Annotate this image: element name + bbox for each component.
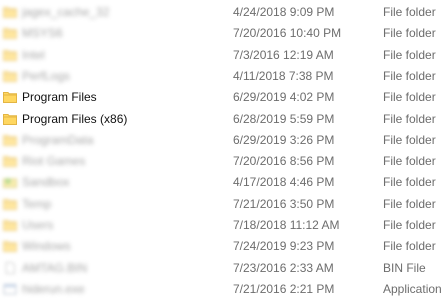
file-type: File folder	[383, 239, 436, 254]
file-type: File folder	[383, 26, 436, 41]
folder-icon	[3, 240, 17, 253]
file-date-modified: 7/21/2016 3:50 PM	[233, 196, 335, 211]
file-row[interactable]: AMTAG.BIN 7/23/2016 2:33 AM BIN File	[0, 258, 446, 280]
file-row[interactable]: PerfLogs 4/11/2018 7:38 PM File folder	[0, 66, 446, 88]
file-row[interactable]: Riot Games 7/20/2016 8:56 PM File folder	[0, 151, 446, 173]
folder-icon	[3, 113, 17, 125]
file-date-modified: 7/3/2016 12:19 AM	[233, 47, 334, 62]
file-type: File folder	[383, 111, 436, 126]
folder-icon	[3, 6, 17, 18]
file-name[interactable]: Sandbox	[22, 175, 69, 189]
file-name[interactable]: Windows	[22, 239, 71, 253]
file-date-modified: 7/18/2018 11:12 AM	[233, 218, 340, 232]
folder-icon	[3, 155, 17, 168]
application-icon	[3, 283, 17, 295]
file-row[interactable]: Intel 7/3/2016 12:19 AM File folder	[0, 45, 446, 67]
file-date-modified: 7/23/2016 2:33 AM	[233, 260, 334, 275]
file-name[interactable]: PerfLogs	[22, 69, 70, 83]
folder-icon	[3, 219, 17, 231]
folder-icon	[3, 49, 17, 61]
file-icon	[3, 261, 17, 274]
file-date-modified: 6/29/2019 3:26 PM	[233, 132, 335, 147]
file-date-modified: 7/20/2016 8:56 PM	[233, 154, 335, 169]
file-type: File folder	[383, 175, 436, 190]
file-name[interactable]: hiderun.exe	[22, 282, 85, 296]
sandbox-folder-icon	[3, 176, 17, 189]
file-list: jagex_cache_32 4/24/2018 9:09 PM File fold…	[0, 0, 446, 296]
file-name[interactable]: Temp	[22, 197, 51, 211]
folder-icon	[3, 198, 17, 210]
file-type: File folder	[383, 5, 436, 19]
file-name[interactable]: Intel	[22, 48, 45, 62]
file-name[interactable]: MSYS6	[22, 26, 63, 40]
file-type: File folder	[383, 196, 436, 211]
file-row[interactable]: hiderun.exe 7/21/2016 2:21 PM Application	[0, 279, 446, 301]
file-type: BIN File	[383, 260, 426, 275]
file-name[interactable]: ProgramData	[22, 133, 93, 147]
folder-icon	[3, 27, 17, 40]
file-row[interactable]: MSYS6 7/20/2016 10:40 PM File folder	[0, 23, 446, 45]
file-type: Application	[383, 281, 442, 296]
file-date-modified: 7/21/2016 2:21 PM	[233, 281, 335, 296]
file-date-modified: 4/17/2018 4:46 PM	[233, 175, 335, 190]
file-date-modified: 4/11/2018 7:38 PM	[233, 68, 334, 83]
file-row[interactable]: Windows 7/24/2019 9:23 PM File folder	[0, 236, 446, 258]
file-type: File folder	[383, 218, 436, 232]
file-row[interactable]: Program Files 6/29/2019 4:02 PM File folde…	[0, 87, 446, 109]
file-name[interactable]: AMTAG.BIN	[22, 261, 87, 275]
folder-icon	[3, 91, 17, 104]
file-type: File folder	[383, 90, 436, 105]
file-type: File folder	[383, 154, 436, 169]
file-row[interactable]: Program Files (x86) 6/28/2019 5:59 PM File…	[0, 109, 446, 131]
folder-icon	[3, 70, 17, 82]
file-name[interactable]: jagex_cache_32	[22, 5, 109, 19]
file-date-modified: 4/24/2018 9:09 PM	[233, 5, 335, 19]
file-date-modified: 7/24/2019 9:23 PM	[233, 239, 335, 254]
file-row[interactable]: Users 7/18/2018 11:12 AM File folder	[0, 215, 446, 237]
file-name[interactable]: Riot Games	[22, 154, 85, 168]
file-name[interactable]: Program Files	[22, 90, 97, 104]
file-row[interactable]: Sandbox 4/17/2018 4:46 PM File folder	[0, 172, 446, 194]
file-date-modified: 6/29/2019 4:02 PM	[233, 90, 335, 105]
file-type: File folder	[383, 68, 436, 83]
file-row[interactable]: Temp 7/21/2016 3:50 PM File folder	[0, 194, 446, 216]
file-date-modified: 6/28/2019 5:59 PM	[233, 111, 335, 126]
file-type: File folder	[383, 132, 436, 147]
file-name[interactable]: Users	[22, 218, 53, 232]
file-row[interactable]: ProgramData 6/29/2019 3:26 PM File folder	[0, 130, 446, 152]
file-name[interactable]: Program Files (x86)	[22, 112, 127, 126]
file-type: File folder	[383, 47, 436, 62]
file-row[interactable]: jagex_cache_32 4/24/2018 9:09 PM File fold…	[0, 2, 446, 24]
folder-icon	[3, 134, 17, 146]
file-date-modified: 7/20/2016 10:40 PM	[233, 26, 342, 41]
